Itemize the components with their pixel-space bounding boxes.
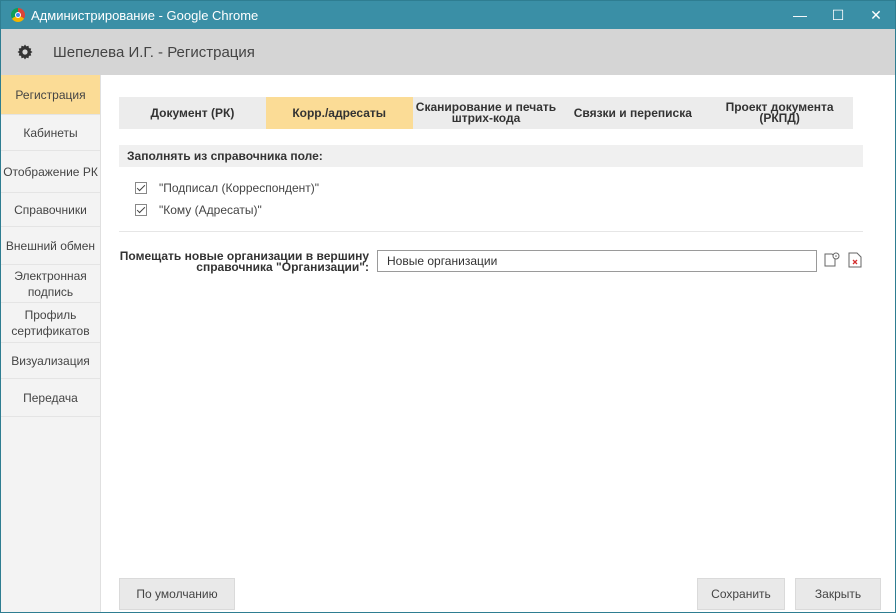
tab-draft-document[interactable]: Проект документа (РКПД) bbox=[706, 97, 853, 129]
app-header: Шепелева И.Г. - Регистрация bbox=[1, 29, 895, 75]
select-directory-icon[interactable] bbox=[823, 250, 841, 270]
maximize-button[interactable]: ☐ bbox=[819, 1, 857, 29]
sidebar-item-external-exchange[interactable]: Внешний обмен bbox=[1, 227, 100, 265]
signed-checkbox-label: "Подписал (Корреспондент)" bbox=[159, 181, 320, 195]
minimize-button[interactable]: — bbox=[781, 1, 819, 29]
to-checkbox[interactable] bbox=[135, 204, 147, 216]
tab-scanning-barcode[interactable]: Сканирование и печать штрих-кода bbox=[413, 97, 560, 129]
tab-links-correspondence[interactable]: Связки и переписка bbox=[559, 97, 706, 129]
save-button[interactable]: Сохранить bbox=[697, 578, 785, 610]
window-titlebar: Администрирование - Google Chrome — ☐ ✕ bbox=[1, 1, 895, 29]
sidebar-item-cabinets[interactable]: Кабинеты bbox=[1, 115, 100, 151]
divider bbox=[119, 231, 863, 232]
app-window: Администрирование - Google Chrome — ☐ ✕ … bbox=[0, 0, 896, 613]
sidebar-item-directories[interactable]: Справочники bbox=[1, 193, 100, 227]
chrome-logo-icon bbox=[11, 8, 25, 22]
checkbox-row-to[interactable]: "Кому (Адресаты)" bbox=[135, 203, 262, 217]
close-button[interactable]: Закрыть bbox=[795, 578, 881, 610]
window-controls: — ☐ ✕ bbox=[781, 1, 895, 29]
close-window-button[interactable]: ✕ bbox=[857, 1, 895, 29]
sidebar-item-cert-profile[interactable]: Профиль сертификатов bbox=[1, 303, 100, 343]
default-button[interactable]: По умолчанию bbox=[119, 578, 235, 610]
tab-corr-addressees[interactable]: Корр./адресаты bbox=[265, 97, 413, 129]
sidebar-item-visualization[interactable]: Визуализация bbox=[1, 343, 100, 379]
sidebar-item-transfer[interactable]: Передача bbox=[1, 379, 100, 417]
clear-field-icon[interactable] bbox=[846, 250, 864, 270]
signed-checkbox[interactable] bbox=[135, 182, 147, 194]
new-org-input[interactable] bbox=[377, 250, 817, 272]
new-org-label: Помещать новые организации в вершину спр… bbox=[119, 249, 369, 274]
tab-bar: Документ (РК) Корр./адресаты Сканировани… bbox=[119, 97, 853, 129]
page-title: Шепелева И.Г. - Регистрация bbox=[53, 43, 255, 61]
to-checkbox-label: "Кому (Адресаты)" bbox=[159, 203, 262, 217]
tab-document-rk[interactable]: Документ (РК) bbox=[119, 97, 266, 129]
gear-icon[interactable] bbox=[17, 44, 33, 60]
checkbox-row-signed[interactable]: "Подписал (Корреспондент)" bbox=[135, 181, 319, 195]
section-header: Заполнять из справочника поле: bbox=[119, 145, 863, 167]
sidebar-item-rk-display[interactable]: Отображение РК bbox=[1, 151, 100, 193]
window-title: Администрирование - Google Chrome bbox=[31, 7, 259, 23]
sidebar-item-e-signature[interactable]: Электронная подпись bbox=[1, 265, 100, 303]
main-panel: Документ (РК) Корр./адресаты Сканировани… bbox=[101, 75, 895, 612]
sidebar-item-registration[interactable]: Регистрация bbox=[1, 75, 100, 115]
sidebar: Регистрация Кабинеты Отображение РК Спра… bbox=[1, 75, 101, 612]
